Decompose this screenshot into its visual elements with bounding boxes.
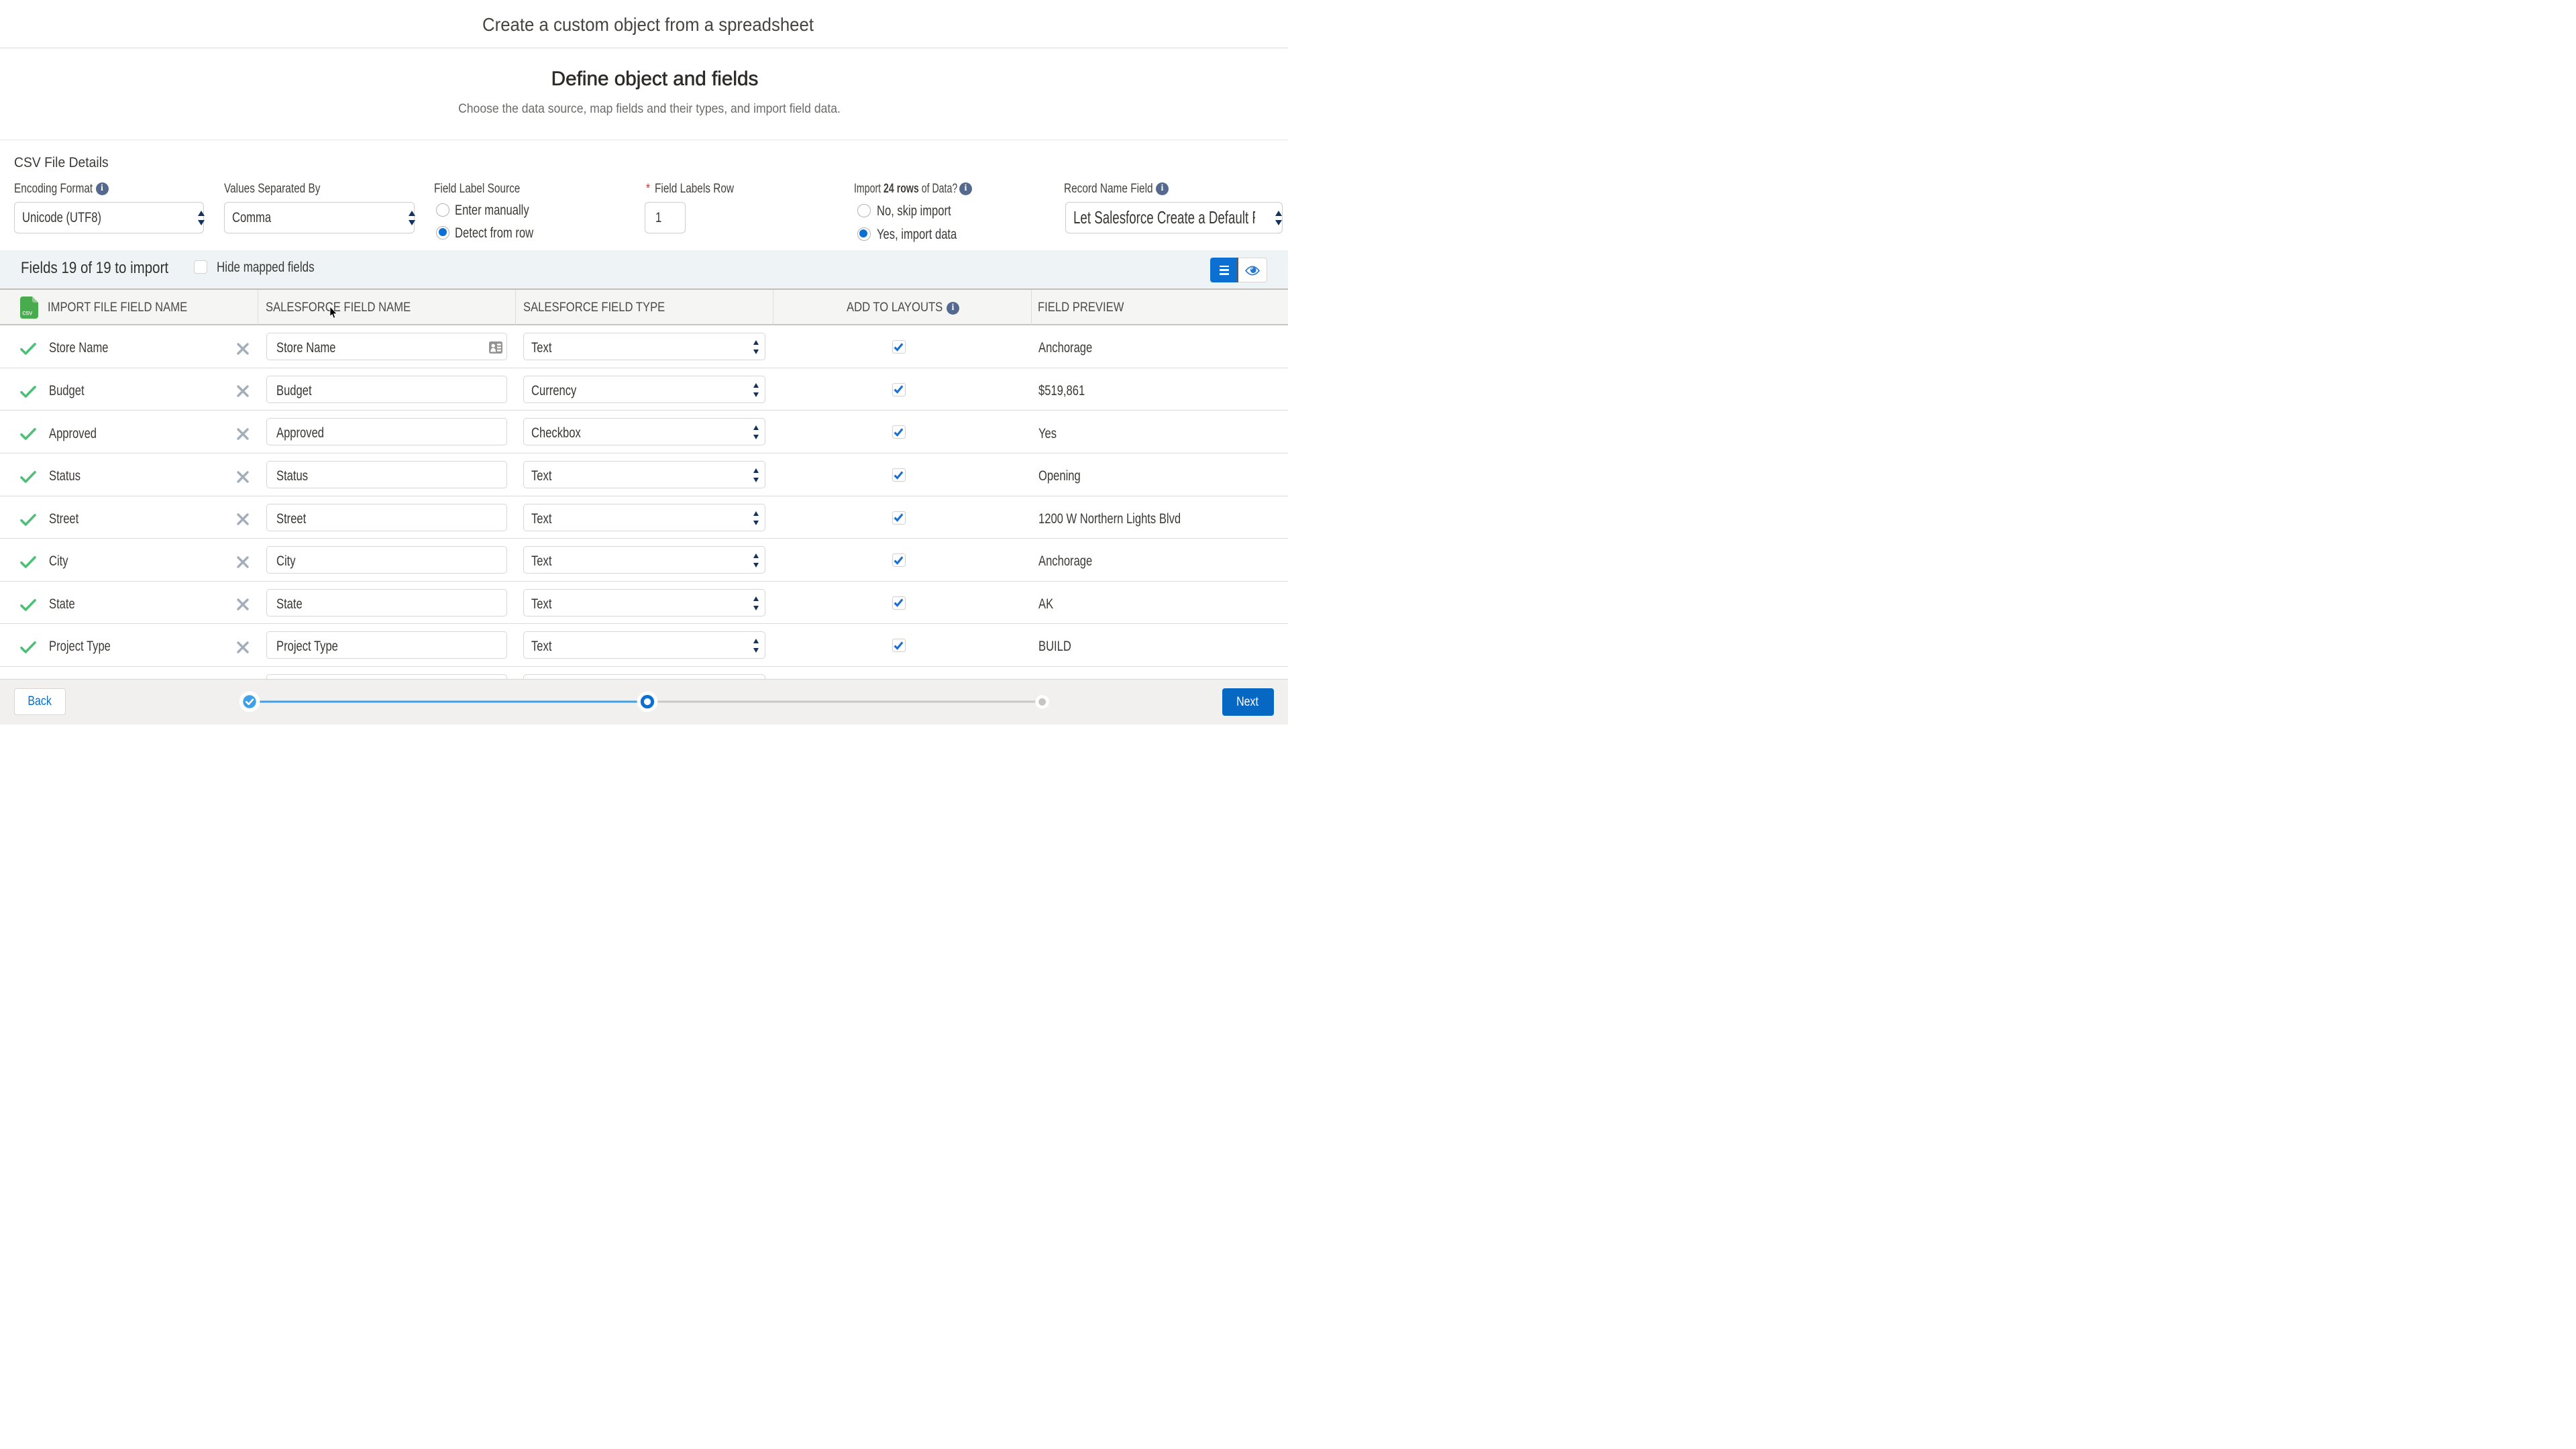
svg-text:csv: csv xyxy=(22,309,33,317)
